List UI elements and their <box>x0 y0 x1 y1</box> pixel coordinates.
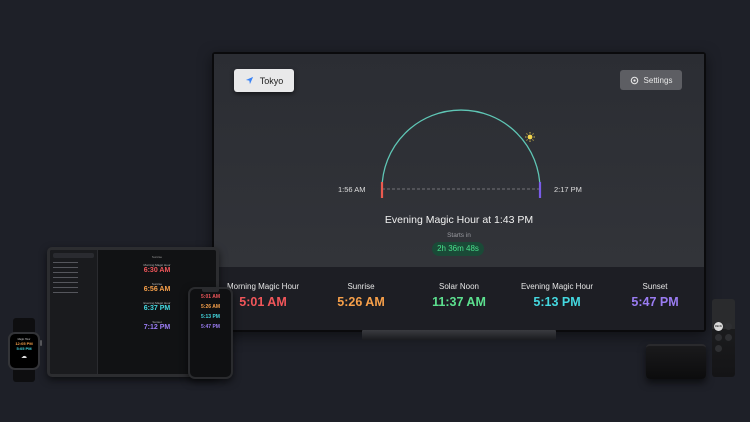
event-sunset[interactable]: Sunset 5:47 PM <box>606 282 704 330</box>
list-item[interactable] <box>53 286 78 288</box>
iphone-event: 5:01 AM <box>190 294 231 300</box>
event-time: 5:47 PM <box>201 324 220 330</box>
event-time: 5:13 PM <box>201 314 220 320</box>
remote-play-button[interactable] <box>715 345 722 352</box>
remote-volume-button[interactable] <box>725 334 732 341</box>
apple-tv-box <box>646 344 706 379</box>
event-time: 6:30 AM <box>143 267 171 274</box>
iphone-notch <box>202 289 219 292</box>
remote-home-button[interactable] <box>725 323 732 330</box>
iphone-device: 5:01 AM 5:26 AM 5:13 PM 5:47 PM <box>188 287 233 379</box>
iphone-screen: 5:01 AM 5:26 AM 5:13 PM 5:47 PM <box>190 289 231 377</box>
next-event-title: Evening Magic Hour at 1:43 PM <box>384 214 534 226</box>
tv-screen: Tokyo Settings 1:56 AM 2:17 PM Evening M… <box>214 54 704 330</box>
countdown-badge: 2h 36m 48s <box>432 242 484 256</box>
ipad-sidebar <box>50 250 98 374</box>
apple-tv-display: Tokyo Settings 1:56 AM 2:17 PM Evening M… <box>212 52 706 332</box>
sun-arc <box>381 109 541 190</box>
arc-start-time: 1:56 AM <box>338 185 366 194</box>
iphone-event: 5:47 PM <box>190 324 231 330</box>
siri-remote: MENU <box>712 299 735 377</box>
remote-siri-button[interactable] <box>715 334 722 341</box>
event-time: 5:26 AM <box>337 295 385 309</box>
event-sunrise[interactable]: Sunrise 5:26 AM <box>312 282 410 330</box>
apple-watch-device: Magic Hour 12:05 PM 5:05 PM ☁ <box>8 332 40 370</box>
starts-in-label: Starts in <box>447 232 471 239</box>
event-label: Evening Magic Hour <box>520 282 594 291</box>
ipad-header: Sunrise <box>151 255 163 259</box>
event-label: Solar Noon <box>438 282 480 291</box>
event-time: 5:47 PM <box>631 295 679 309</box>
event-time: 5:26 AM <box>201 304 220 310</box>
cloud-icon: ☁ <box>21 354 27 360</box>
list-item[interactable] <box>53 281 78 283</box>
list-item[interactable] <box>53 276 78 278</box>
event-time: 5:13 PM <box>533 295 581 309</box>
list-item[interactable] <box>53 261 78 263</box>
sun-icon <box>525 132 535 142</box>
iphone-event: 5:13 PM <box>190 314 231 320</box>
ipad-search-field[interactable] <box>53 253 94 258</box>
arc-end-time: 2:17 PM <box>554 185 582 194</box>
remote-menu-button[interactable]: MENU <box>714 322 723 331</box>
list-item[interactable] <box>53 266 78 268</box>
event-label: Sunset <box>642 282 668 291</box>
event-time: 11:37 AM <box>432 295 486 309</box>
tv-stand <box>362 330 556 340</box>
watch-time-2: 5:05 PM <box>16 346 32 351</box>
event-time: 5:01 AM <box>201 294 220 300</box>
watch-screen: Magic Hour 12:05 PM 5:05 PM ☁ <box>10 334 38 368</box>
list-item[interactable] <box>53 271 78 273</box>
event-evening-magic-hour[interactable]: Evening Magic Hour 5:13 PM <box>508 282 606 330</box>
watch-crown <box>40 340 42 346</box>
list-item[interactable] <box>53 291 78 293</box>
iphone-event: 5:26 AM <box>190 304 231 310</box>
event-solar-noon[interactable]: Solar Noon 11:37 AM <box>410 282 508 330</box>
event-label: Sunrise <box>347 282 375 291</box>
events-bar: Morning Magic Hour 5:01 AM Sunrise 5:26 … <box>214 267 704 330</box>
ipad-event: Morning Magic Hour 6:30 AM <box>98 263 216 274</box>
